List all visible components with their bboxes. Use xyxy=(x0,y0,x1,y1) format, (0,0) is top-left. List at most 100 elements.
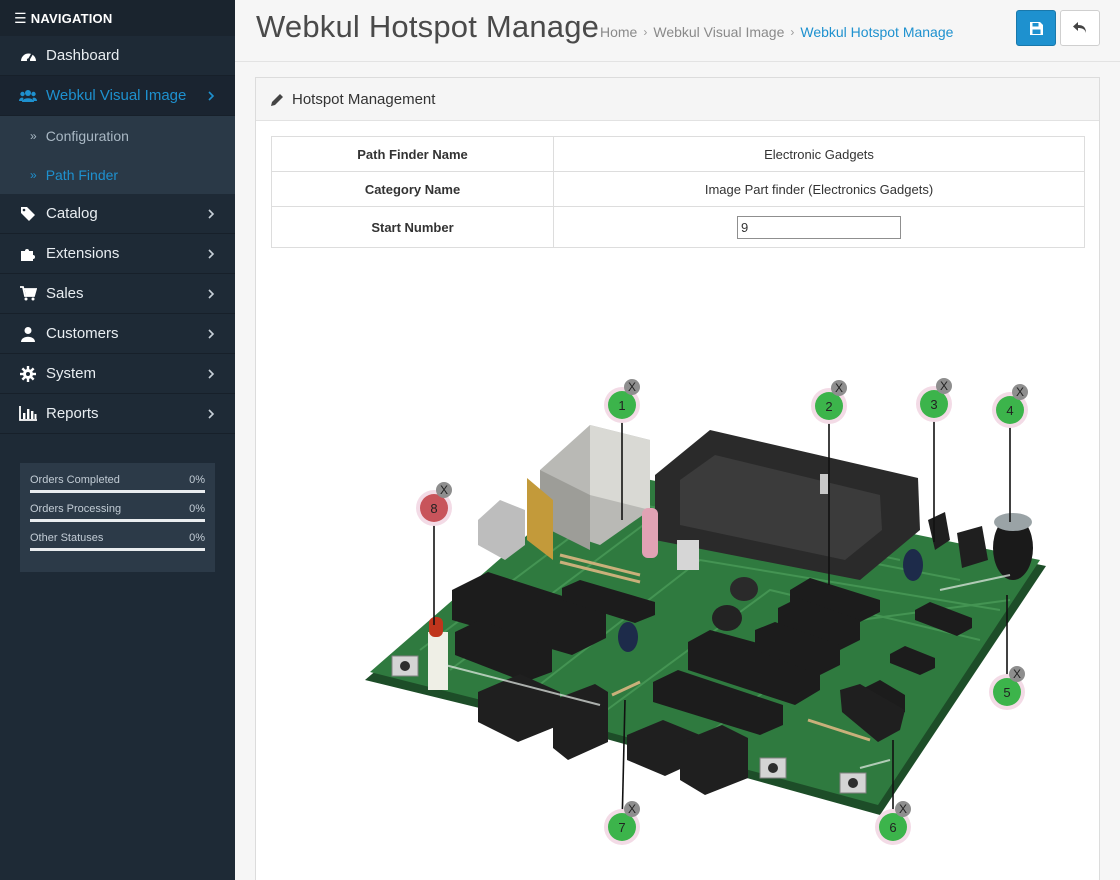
chevron-right-icon xyxy=(205,288,217,300)
progress-bar xyxy=(30,548,205,551)
page-header: Webkul Hotspot Manage Home › Webkul Visu… xyxy=(235,0,1120,62)
remove-label: X xyxy=(1013,667,1021,681)
sidebar-item-webkul-visual-image[interactable]: Webkul Visual Image xyxy=(0,76,235,116)
sidebar-item-label: Extensions xyxy=(46,245,120,262)
sidebar-item-system[interactable]: System xyxy=(0,354,235,394)
table-row: Start Number xyxy=(271,206,1085,248)
remove-label: X xyxy=(628,802,636,816)
chevron-right-icon xyxy=(205,408,217,420)
remove-hotspot-button[interactable]: X xyxy=(1009,666,1025,682)
sidebar-item-catalog[interactable]: Catalog xyxy=(0,194,235,234)
stat-other-statuses: Other Statuses 0% xyxy=(30,532,205,551)
dashboard-icon xyxy=(19,48,37,64)
sidebar-item-label: Customers xyxy=(46,325,119,342)
nav-header: ☰ NAVIGATION xyxy=(0,0,235,36)
hotspot-panel: Hotspot Management Path Finder Name Elec… xyxy=(255,77,1100,880)
sidebar-item-label: Reports xyxy=(46,405,99,422)
bar-chart-icon xyxy=(19,406,37,422)
row-key: Path Finder Name xyxy=(271,136,554,172)
remove-label: X xyxy=(1016,385,1024,399)
remove-label: X xyxy=(628,380,636,394)
save-icon xyxy=(1029,21,1043,35)
stat-orders-processing: Orders Processing 0% xyxy=(30,503,205,522)
user-icon xyxy=(19,326,37,342)
remove-hotspot-button[interactable]: X xyxy=(895,801,911,817)
remove-label: X xyxy=(440,483,448,497)
nav-title: NAVIGATION xyxy=(30,10,113,26)
row-key: Start Number xyxy=(271,206,554,248)
subitem-label: Configuration xyxy=(45,127,129,144)
pencil-icon xyxy=(271,92,284,106)
breadcrumb-current[interactable]: Webkul Hotspot Manage xyxy=(800,24,953,40)
remove-hotspot-button[interactable]: X xyxy=(624,379,640,395)
cog-icon xyxy=(19,365,37,382)
hotspot-number: 2 xyxy=(825,399,832,414)
sidebar-item-sales[interactable]: Sales xyxy=(0,274,235,314)
reply-icon xyxy=(1073,22,1086,33)
remove-hotspot-button[interactable]: X xyxy=(831,380,847,396)
remove-hotspot-button[interactable]: X xyxy=(624,801,640,817)
sidebar-item-label: System xyxy=(46,365,97,382)
breadcrumb-webkul-visual-image[interactable]: Webkul Visual Image xyxy=(653,24,784,40)
breadcrumb-home[interactable]: Home xyxy=(600,24,637,40)
sidebar: ☰ NAVIGATION Dashboard Webkul Visual Ima… xyxy=(0,0,235,880)
row-value: Electronic Gadgets xyxy=(553,136,1085,172)
chevron-right-icon xyxy=(205,248,217,260)
hotspot-number: 5 xyxy=(1003,685,1010,700)
table-row: Path Finder Name Electronic Gadgets xyxy=(271,136,1085,172)
hotspot-number: 3 xyxy=(930,397,937,412)
hotspot-number: 4 xyxy=(1006,403,1013,418)
submenu: » Configuration » Path Finder xyxy=(0,116,235,194)
back-button[interactable] xyxy=(1060,10,1100,46)
row-value: Image Part finder (Electronics Gadgets) xyxy=(553,171,1085,207)
sidebar-item-reports[interactable]: Reports xyxy=(0,394,235,434)
remove-label: X xyxy=(899,802,907,816)
table-row: Category Name Image Part finder (Electro… xyxy=(271,171,1085,207)
row-key: Category Name xyxy=(271,171,554,207)
progress-bar xyxy=(30,490,205,493)
remove-label: X xyxy=(940,379,948,393)
start-number-input[interactable] xyxy=(737,215,901,239)
row-value-cell xyxy=(553,206,1085,248)
tags-icon xyxy=(19,206,37,222)
sidebar-item-label: Webkul Visual Image xyxy=(46,87,187,104)
chevron-right-icon xyxy=(205,368,217,380)
chevron-right-icon xyxy=(205,328,217,340)
panel-header: Hotspot Management xyxy=(256,78,1099,121)
remove-hotspot-button[interactable]: X xyxy=(436,482,452,498)
sidebar-item-label: Dashboard xyxy=(46,47,120,64)
sidebar-item-label: Sales xyxy=(46,285,84,302)
remove-hotspot-button[interactable]: X xyxy=(1012,384,1028,400)
sidebar-item-extensions[interactable]: Extensions xyxy=(0,234,235,274)
menu-icon: ☰ xyxy=(14,9,27,26)
hotspot-number: 1 xyxy=(618,398,625,413)
main-menu: Dashboard Webkul Visual Image » Configur… xyxy=(0,36,235,434)
panel-title: Hotspot Management xyxy=(292,90,436,108)
chevron-right-icon xyxy=(205,208,217,220)
double-chevron-icon: » xyxy=(30,128,37,143)
save-button[interactable] xyxy=(1016,10,1056,46)
remove-hotspot-button[interactable]: X xyxy=(936,378,952,394)
sidebar-subitem-configuration[interactable]: » Configuration xyxy=(0,116,235,155)
sidebar-item-customers[interactable]: Customers xyxy=(0,314,235,354)
stat-orders-completed: Orders Completed 0% xyxy=(30,474,205,493)
sidebar-item-dashboard[interactable]: Dashboard xyxy=(0,36,235,76)
stat-label: Orders Completed xyxy=(30,474,120,486)
order-stats: Orders Completed 0% Orders Processing 0% O… xyxy=(20,463,215,572)
hotspot-number: 7 xyxy=(618,820,625,835)
users-icon xyxy=(19,88,37,104)
pathfinder-info-table: Path Finder Name Electronic Gadgets Cate… xyxy=(271,136,1085,248)
sidebar-subitem-path-finder[interactable]: » Path Finder xyxy=(0,155,235,194)
subitem-label: Path Finder xyxy=(45,166,119,183)
double-chevron-icon: » xyxy=(30,167,37,182)
stat-label: Other Statuses xyxy=(30,532,104,544)
stat-value: 0% xyxy=(189,474,205,486)
remove-label: X xyxy=(835,381,843,395)
page-title: Webkul Hotspot Manage xyxy=(256,9,600,44)
chevron-right-icon xyxy=(205,90,217,102)
hotspot-number: 8 xyxy=(430,501,437,516)
stat-value: 0% xyxy=(189,503,205,515)
puzzle-icon xyxy=(19,246,37,262)
sidebar-item-label: Catalog xyxy=(46,205,98,222)
breadcrumb-separator-icon: › xyxy=(790,25,795,39)
